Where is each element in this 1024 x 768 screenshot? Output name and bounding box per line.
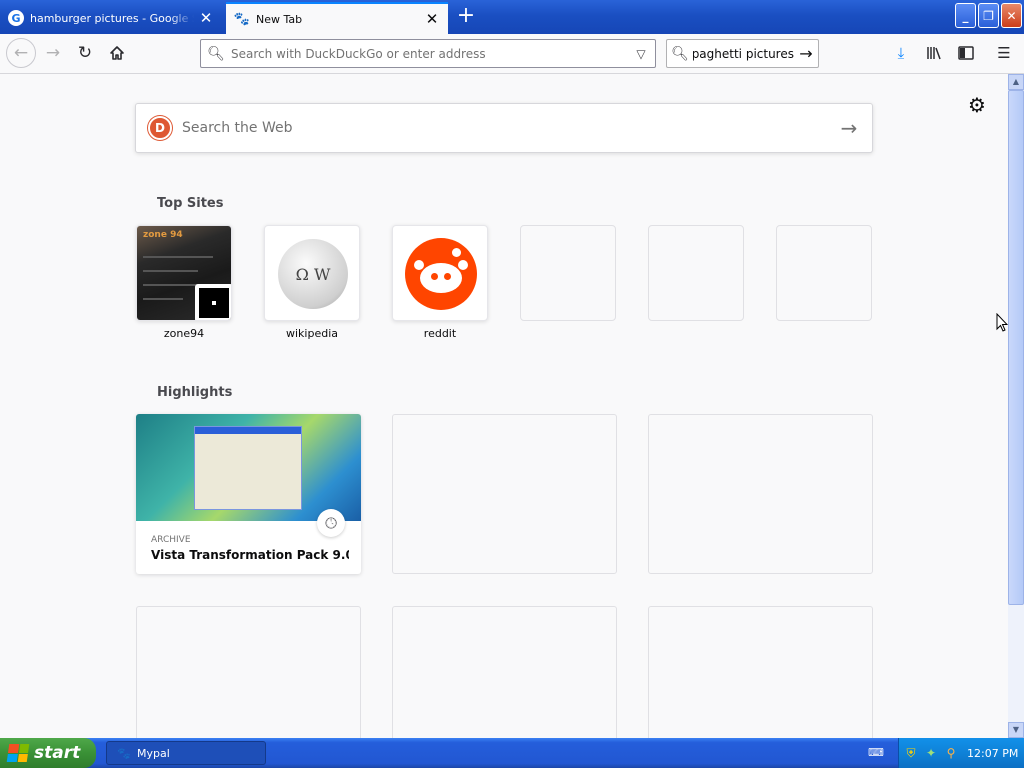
download-icon: ⤓ <box>897 44 905 62</box>
home-icon <box>110 46 124 60</box>
sidebar-icon <box>958 46 974 60</box>
search-bar[interactable]: 🔍︎ spaghetti pictures → <box>666 39 819 68</box>
reddit-logo-icon <box>405 238 477 310</box>
keyboard-icon[interactable]: ⌨ <box>868 746 884 759</box>
minimize-button[interactable]: _ <box>955 3 976 28</box>
arrow-right-icon[interactable]: → <box>826 116 872 140</box>
web-search-input[interactable] <box>182 120 826 136</box>
settings-gear-icon[interactable]: ⚙ <box>966 94 988 116</box>
highlight-thumbnail <box>136 414 361 521</box>
new-tab-page: ⚙ D → Top Sites zone 94 zone94 Ω W wikip… <box>0 74 1008 738</box>
wikipedia-globe-icon: Ω W <box>278 239 348 309</box>
top-site-empty <box>776 225 872 321</box>
clock: 12:07 PM <box>967 746 1019 760</box>
magnifier-icon[interactable]: ⚲ <box>943 745 959 761</box>
forward-button[interactable]: → <box>39 39 67 67</box>
reload-button[interactable]: ↻ <box>71 39 99 67</box>
shield-icon[interactable]: ⛨ <box>903 745 919 761</box>
close-window-button[interactable]: ✕ <box>1001 3 1022 28</box>
highlight-placeholder <box>648 414 873 574</box>
taskbar-item-mypal[interactable]: 🐾 Mypal <box>106 741 266 765</box>
system-tray: ⛨ ✦ ⚲ 12:07 PM <box>898 738 1024 768</box>
top-site-reddit[interactable]: reddit <box>392 225 488 340</box>
mouse-cursor-icon <box>996 313 1008 332</box>
close-tab-icon[interactable]: ✕ <box>198 9 214 27</box>
restore-button[interactable]: ❐ <box>978 3 999 28</box>
address-bar[interactable]: 🔍︎ ▽ <box>200 39 656 68</box>
top-site-empty <box>648 225 744 321</box>
highlight-placeholder <box>136 606 361 738</box>
menu-button[interactable]: ☰ <box>990 39 1018 67</box>
top-sites-heading: Top Sites <box>157 196 224 211</box>
close-icon: ✕ <box>1006 8 1017 23</box>
taskbar-item-label: Mypal <box>137 746 170 760</box>
start-label: start <box>34 743 81 763</box>
hamburger-menu-icon: ☰ <box>997 44 1011 62</box>
highlight-context: ARCHIVE <box>151 535 191 545</box>
minimize-icon: _ <box>962 8 969 23</box>
vertical-scrollbar[interactable]: ▲ ▼ <box>1008 74 1024 738</box>
scrollbar-thumb[interactable] <box>1008 90 1024 605</box>
highlight-placeholder <box>392 414 617 574</box>
top-site-empty <box>520 225 616 321</box>
search-icon: 🔍︎ <box>671 45 689 62</box>
sidebar-button[interactable] <box>952 39 980 67</box>
highlight-card[interactable]: 🕓︎ ARCHIVE Vista Transformation Pack 9.0… <box>136 414 361 574</box>
mypal-icon: 🐾 <box>117 747 131 760</box>
top-site-wikipedia[interactable]: Ω W wikipedia <box>264 225 360 340</box>
chevron-down-icon[interactable]: ▽ <box>627 47 655 61</box>
top-site-label: zone94 <box>163 327 205 340</box>
top-site-label: wikipedia <box>285 327 338 340</box>
tab-new-tab[interactable]: 🐾 New Tab ✕ <box>226 2 448 34</box>
restore-icon: ❐ <box>983 8 994 23</box>
library-icon <box>927 47 941 60</box>
windows-flag-icon <box>6 744 30 762</box>
search-go-button[interactable]: → <box>794 44 818 63</box>
search-icon: 🔍︎ <box>207 45 225 62</box>
highlight-title: Vista Transformation Pack 9.0.1 :... <box>151 548 349 562</box>
top-site-label: reddit <box>423 327 457 340</box>
duckduckgo-logo-icon: D <box>148 116 172 140</box>
zone94-favicon-icon <box>195 284 231 320</box>
navigation-toolbar: ← → ↻ 🔍︎ ▽ 🔍︎ spaghetti pictures → ⤓ ☰ <box>0 34 1024 74</box>
scroll-down-button[interactable]: ▼ <box>1008 722 1024 738</box>
arrow-right-icon: → <box>45 43 61 63</box>
highlight-placeholder <box>392 606 617 738</box>
taskbar: start 🐾 Mypal ⌨ ⛨ ✦ ⚲ 12:07 PM <box>0 738 1024 768</box>
tab-title: hamburger pictures - Google Search <box>30 11 194 25</box>
highlights-heading: Highlights <box>157 385 233 400</box>
downloads-button[interactable]: ⤓ <box>887 39 915 67</box>
address-input[interactable] <box>231 46 627 61</box>
library-button[interactable] <box>920 39 948 67</box>
tab-title: New Tab <box>256 12 303 26</box>
search-input[interactable]: spaghetti pictures <box>693 47 794 61</box>
web-search-box[interactable]: D → <box>135 103 873 153</box>
close-tab-icon[interactable]: ✕ <box>424 10 440 28</box>
reload-icon: ↻ <box>77 43 93 63</box>
tab-strip: G hamburger pictures - Google Search ✕ 🐾… <box>0 0 1024 34</box>
start-button[interactable]: start <box>0 738 96 768</box>
new-tab-button[interactable]: + <box>453 4 479 30</box>
arrow-left-icon: ← <box>13 43 29 63</box>
zone94-thumbnail: zone 94 <box>136 225 232 321</box>
tab-hamburger-pictures[interactable]: G hamburger pictures - Google Search ✕ <box>0 2 222 34</box>
network-icon[interactable]: ✦ <box>923 745 939 761</box>
google-icon: G <box>8 10 24 26</box>
mypal-icon: 🐾 <box>233 11 251 27</box>
highlight-placeholder <box>648 606 873 738</box>
clock-icon: 🕓︎ <box>317 509 345 537</box>
home-button[interactable] <box>103 39 131 67</box>
back-button[interactable]: ← <box>6 38 36 68</box>
scroll-up-button[interactable]: ▲ <box>1008 74 1024 90</box>
top-site-zone94[interactable]: zone 94 zone94 <box>136 225 232 340</box>
